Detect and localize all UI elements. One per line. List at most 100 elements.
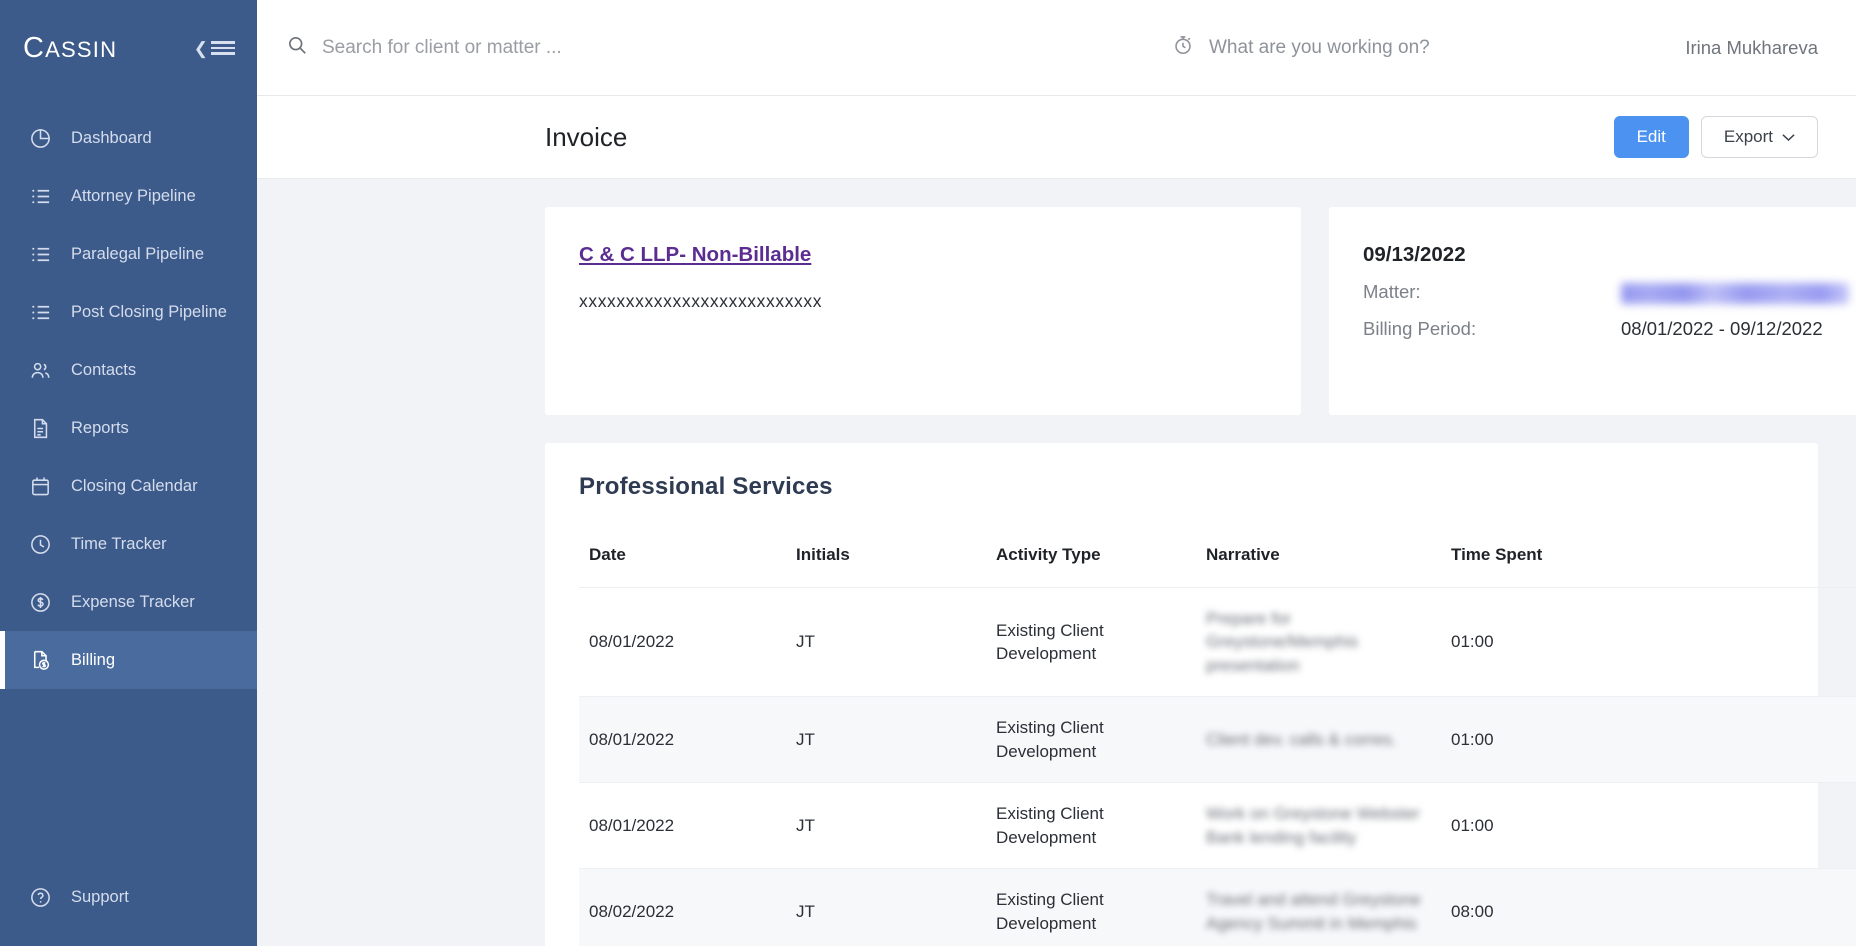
cell-narrative: Travel and attend Greystone Agency Summi… <box>1196 868 1441 946</box>
sidebar-item-paralegal-pipeline[interactable]: Paralegal Pipeline <box>0 225 257 283</box>
sidebar-item-label: Paralegal Pipeline <box>71 244 205 263</box>
timer-prompt-label: What are you working on? <box>1209 36 1430 58</box>
page-header: Invoice Edit Export <box>257 96 1856 179</box>
stopwatch-icon <box>1172 34 1194 62</box>
export-button-label: Export <box>1723 127 1773 146</box>
invoice-details-card: 09/13/2022 Matter: Billing Period: 08/01… <box>1329 207 1856 415</box>
narrative-redacted: Work on Greystone Webster Bank lending f… <box>1206 804 1420 847</box>
sidebar-item-closing-calendar[interactable]: Closing Calendar <box>0 457 257 515</box>
app-logo[interactable]: CASSIN <box>23 32 117 65</box>
collapse-menu-icon[interactable]: ❮ <box>194 40 235 57</box>
sidebar-item-label: Expense Tracker <box>71 592 195 611</box>
sidebar-item-expense-tracker[interactable]: Expense Tracker <box>0 573 257 631</box>
sidebar-item-label: Time Tracker <box>71 534 167 553</box>
sidebar-item-label: Closing Calendar <box>71 476 198 495</box>
sidebar-item-label: Contacts <box>71 360 137 379</box>
export-button[interactable]: Export <box>1700 116 1818 158</box>
column-header-rate[interactable]: Rate <box>1736 533 1856 588</box>
list-icon <box>28 184 53 209</box>
cell-time-spent: 08:00 <box>1441 868 1736 946</box>
question-circle-icon <box>28 885 53 910</box>
narrative-redacted: Prepare for Greystone/Memphis presentati… <box>1206 609 1359 675</box>
cell-rate: $750 <box>1736 696 1856 783</box>
search-container <box>257 34 857 61</box>
client-address: xxxxxxxxxxxxxxxxxxxxxxxxxx <box>579 291 823 311</box>
sidebar-item-label: Dashboard <box>71 128 152 147</box>
cell-activity-type: Existing Client Development <box>986 782 1196 869</box>
sidebar-item-dashboard[interactable]: Dashboard <box>0 109 257 167</box>
pie-chart-icon <box>28 126 53 151</box>
services-table-head: Date Initials Activity Type Narrative Ti… <box>579 533 1856 588</box>
matter-value[interactable] <box>1621 281 1849 304</box>
client-name-link[interactable]: C & C LLP- Non-Billable <box>579 243 811 267</box>
cell-activity-type: Existing Client Development <box>986 868 1196 946</box>
sidebar-item-label: Post Closing Pipeline <box>71 302 227 321</box>
cell-date: 08/02/2022 <box>579 868 786 946</box>
edit-button[interactable]: Edit <box>1613 116 1689 158</box>
professional-services-section: Professional Services Date Initials Acti… <box>545 443 1856 946</box>
sidebar-header: CASSIN ❮ <box>0 0 257 96</box>
timer-prompt[interactable]: What are you working on? <box>1172 34 1430 62</box>
user-menu[interactable]: Irina Mukhareva <box>1685 37 1818 59</box>
services-heading: Professional Services <box>579 473 833 500</box>
sidebar-item-time-tracker[interactable]: Time Tracker <box>0 515 257 573</box>
invoice-date: 09/13/2022 <box>1363 243 1466 266</box>
cell-narrative: Work on Greystone Webster Bank lending f… <box>1196 782 1441 869</box>
sidebar: CASSIN ❮ Dashboard Attorney Pipeline Par… <box>0 0 257 946</box>
sidebar-item-attorney-pipeline[interactable]: Attorney Pipeline <box>0 167 257 225</box>
cell-rate: $750 <box>1736 782 1856 869</box>
clock-icon <box>28 532 53 557</box>
dollar-circle-icon <box>28 590 53 615</box>
column-header-activity-type[interactable]: Activity Type <box>986 533 1196 588</box>
sidebar-item-label: Attorney Pipeline <box>71 186 196 205</box>
page-title: Invoice <box>545 121 628 152</box>
services-table-body: 08/01/2022 JT Existing Client Developmen… <box>579 586 1856 946</box>
top-bar: What are you working on? Irina Mukhareva <box>257 0 1856 96</box>
services-table: Date Initials Activity Type Narrative Ti… <box>579 533 1856 946</box>
document-dollar-icon <box>28 648 53 673</box>
billing-period-row: Billing Period: 08/01/2022 - 09/12/2022 <box>1363 318 1849 340</box>
search-input[interactable] <box>322 36 857 59</box>
cell-narrative: Prepare for Greystone/Memphis presentati… <box>1196 586 1441 697</box>
page-content: C & C LLP- Non-Billable xxxxxxxxxxxxxxxx… <box>257 179 1856 946</box>
column-header-time-spent[interactable]: Time Spent <box>1441 533 1736 588</box>
sidebar-item-label: Reports <box>71 418 129 437</box>
column-header-narrative[interactable]: Narrative <box>1196 533 1441 588</box>
redacted-matter-link <box>1621 282 1849 304</box>
cell-narrative: Client dev. calls & corres. <box>1196 696 1441 783</box>
content-inner: C & C LLP- Non-Billable xxxxxxxxxxxxxxxx… <box>257 207 1856 946</box>
table-row[interactable]: 08/01/2022 JT Existing Client Developmen… <box>579 782 1856 869</box>
search-icon <box>286 34 308 61</box>
calendar-icon <box>28 474 53 499</box>
cell-initials: JT <box>786 696 986 783</box>
cell-time-spent: 01:00 <box>1441 586 1736 697</box>
sidebar-item-reports[interactable]: Reports <box>0 399 257 457</box>
cell-rate: $750 <box>1736 868 1856 946</box>
sidebar-item-post-closing-pipeline[interactable]: Post Closing Pipeline <box>0 283 257 341</box>
sidebar-item-label: Support <box>71 887 129 906</box>
edit-button-label: Edit <box>1636 127 1666 146</box>
main-area: What are you working on? Irina Mukhareva… <box>257 0 1856 946</box>
hamburger-bars-icon <box>211 41 235 55</box>
sidebar-item-label: Billing <box>71 650 116 669</box>
cell-time-spent: 01:00 <box>1441 782 1736 869</box>
cell-rate: $750 <box>1736 586 1856 697</box>
table-row[interactable]: 08/01/2022 JT Existing Client Developmen… <box>579 696 1856 783</box>
column-header-initials[interactable]: Initials <box>786 533 986 588</box>
document-text-icon <box>28 416 53 441</box>
app-window: CASSIN ❮ Dashboard Attorney Pipeline Par… <box>0 0 1856 946</box>
client-card: C & C LLP- Non-Billable xxxxxxxxxxxxxxxx… <box>545 207 1301 415</box>
table-row[interactable]: 08/01/2022 JT Existing Client Developmen… <box>579 586 1856 697</box>
sidebar-item-billing[interactable]: Billing <box>0 631 257 689</box>
narrative-redacted: Client dev. calls & corres. <box>1206 730 1397 750</box>
narrative-redacted: Travel and attend Greystone Agency Summi… <box>1206 890 1421 933</box>
column-header-date[interactable]: Date <box>579 533 786 588</box>
sidebar-item-contacts[interactable]: Contacts <box>0 341 257 399</box>
sidebar-item-support[interactable]: Support <box>0 870 257 924</box>
list-icon <box>28 300 53 325</box>
table-row[interactable]: 08/02/2022 JT Existing Client Developmen… <box>579 868 1856 946</box>
cell-date: 08/01/2022 <box>579 782 786 869</box>
cell-initials: JT <box>786 868 986 946</box>
matter-row: Matter: <box>1363 281 1849 304</box>
cell-initials: JT <box>786 782 986 869</box>
